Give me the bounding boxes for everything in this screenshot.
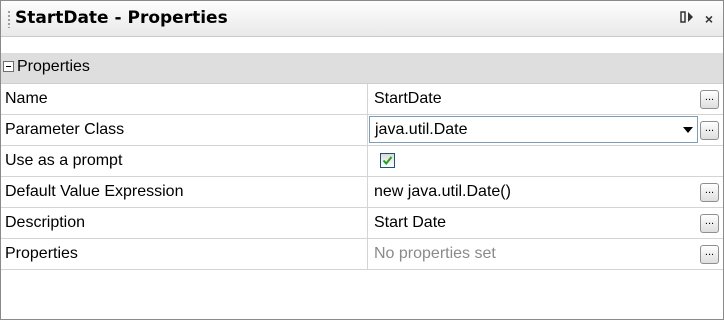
ellipsis-button[interactable]: ... bbox=[700, 121, 719, 140]
chevron-down-icon[interactable] bbox=[683, 127, 693, 133]
property-row-use-as-prompt[interactable]: Use as a prompt bbox=[1, 146, 723, 177]
panel-title: StartDate - Properties bbox=[15, 8, 228, 28]
category-label: Properties bbox=[17, 58, 90, 75]
close-icon[interactable]: × bbox=[701, 11, 717, 27]
property-name: Default Value Expression bbox=[1, 177, 368, 207]
collapse-icon[interactable] bbox=[3, 61, 14, 72]
check-icon bbox=[382, 156, 393, 166]
property-name: Description bbox=[1, 208, 368, 238]
property-name: Name bbox=[1, 84, 368, 114]
category-properties[interactable]: Properties bbox=[1, 53, 723, 84]
property-row-name[interactable]: Name StartDate ... bbox=[1, 84, 723, 115]
property-value[interactable]: Start Date bbox=[368, 208, 723, 238]
use-as-prompt-checkbox[interactable] bbox=[380, 153, 395, 168]
ellipsis-button[interactable]: ... bbox=[700, 183, 719, 202]
dropdown-selected-value: java.util.Date bbox=[375, 121, 468, 138]
parameter-class-dropdown[interactable]: java.util.Date bbox=[369, 116, 698, 143]
panel-titlebar[interactable]: StartDate - Properties × bbox=[1, 1, 723, 37]
ellipsis-button[interactable]: ... bbox=[700, 214, 719, 233]
drag-grip-icon[interactable] bbox=[7, 10, 11, 28]
property-name: Parameter Class bbox=[1, 115, 368, 145]
ellipsis-button[interactable]: ... bbox=[700, 90, 719, 109]
properties-panel: StartDate - Properties × Properties Name… bbox=[0, 0, 724, 320]
ellipsis-button[interactable]: ... bbox=[700, 245, 719, 264]
property-row-description[interactable]: Description Start Date ... bbox=[1, 208, 723, 239]
property-row-default-value-expression[interactable]: Default Value Expression new java.util.D… bbox=[1, 177, 723, 208]
property-name: Use as a prompt bbox=[1, 146, 368, 176]
property-row-parameter-class[interactable]: Parameter Class java.util.Date ... bbox=[1, 115, 723, 146]
pin-icon[interactable] bbox=[679, 11, 695, 27]
property-value[interactable]: No properties set bbox=[368, 239, 723, 269]
property-value[interactable]: StartDate bbox=[368, 84, 723, 114]
property-value[interactable]: new java.util.Date() bbox=[368, 177, 723, 207]
pin-glyph bbox=[680, 11, 693, 23]
property-row-properties[interactable]: Properties No properties set ... bbox=[1, 239, 723, 270]
property-name: Properties bbox=[1, 239, 368, 269]
